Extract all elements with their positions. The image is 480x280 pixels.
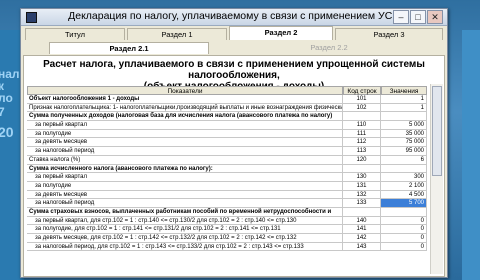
maximize-button[interactable]: □	[410, 10, 426, 24]
row-indicator-cell: Сумма полученных доходов (налоговая база…	[27, 112, 343, 122]
row-indicator-cell: за девять месяцев	[27, 190, 343, 200]
tab-section-2[interactable]: Раздел 2	[229, 26, 333, 40]
table-row[interactable]: Сумма исчисленного налога (авансового пл…	[27, 164, 427, 174]
declaration-window: Декларация по налогу, уплачиваемому в св…	[20, 8, 448, 278]
row-code-cell: 110	[343, 121, 381, 130]
table-row[interactable]: Ставка налога (%) 120 6	[27, 155, 427, 165]
table-row[interactable]: Объект налогообложения 1 - доходы 101 1	[27, 95, 427, 104]
row-indicator-cell: Сумма страховых взносов, выплаченных раб…	[27, 207, 343, 217]
row-code-cell: 140	[343, 216, 381, 226]
row-code-cell: 113	[343, 147, 381, 156]
scrollbar-thumb[interactable]	[432, 86, 442, 176]
table-body: Объект налогообложения 1 - доходы 101 1 При…	[27, 95, 427, 252]
table-row[interactable]: за первый квартал, для стр.102 = 1 : стр…	[27, 216, 427, 226]
row-indicator-cell: за первый квартал	[27, 121, 343, 130]
table-row[interactable]: за девять месяцев 132 4 500	[27, 190, 427, 200]
row-code-cell: 101	[343, 95, 381, 104]
table-row[interactable]: за первый квартал 110 5 000	[27, 121, 427, 130]
table-row[interactable]: за полугодие 111 35 000	[27, 129, 427, 139]
close-button[interactable]: ✕	[427, 10, 443, 24]
row-value-cell[interactable]	[381, 207, 427, 217]
row-code-cell	[343, 164, 381, 174]
row-value-cell[interactable]: 300	[381, 173, 427, 182]
row-value-cell[interactable]: 0	[381, 216, 427, 226]
row-code-cell: 111	[343, 129, 381, 139]
row-value-cell[interactable]: 5 700	[381, 199, 427, 208]
row-indicator-cell: за первый квартал	[27, 173, 343, 182]
row-code-cell: 141	[343, 225, 381, 234]
table-row[interactable]: Признак налогоплательщика: 1- налогоплат…	[27, 103, 427, 113]
table-row[interactable]: за полугодие, для стр.102 = 1 : стр.141 …	[27, 225, 427, 234]
background-glyph: 7	[0, 105, 5, 119]
row-code-cell: 102	[343, 103, 381, 113]
tab-section-2-2[interactable]: Раздел 2.2	[269, 42, 389, 54]
window-title: Декларация по налогу, уплачиваемому в св…	[68, 10, 400, 22]
background-glyph: 20	[0, 124, 14, 140]
background-glyph: ло	[0, 91, 13, 105]
minimize-button[interactable]: ‒	[393, 10, 409, 24]
row-indicator-cell: за девять месяцев, для стр.102 = 1 : стр…	[27, 234, 343, 243]
table-row[interactable]: за девять месяцев, для стр.102 = 1 : стр…	[27, 234, 427, 243]
table-row[interactable]: за первый квартал 130 300	[27, 173, 427, 182]
row-value-cell[interactable]: 5 000	[381, 121, 427, 130]
row-indicator-cell: за налоговый период	[27, 199, 343, 208]
tab-title[interactable]: Титул	[25, 28, 125, 40]
row-value-cell[interactable]	[381, 112, 427, 122]
row-indicator-cell: за полугодие	[27, 129, 343, 139]
row-value-cell[interactable]: 1	[381, 95, 427, 104]
row-value-cell[interactable]: 6	[381, 155, 427, 165]
row-value-cell[interactable]: 35 000	[381, 129, 427, 139]
table-row[interactable]: за налоговый период 113 95 000	[27, 147, 427, 156]
tab-section-3[interactable]: Раздел 3	[335, 28, 443, 40]
row-value-cell[interactable]: 0	[381, 242, 427, 252]
row-value-cell[interactable]: 0	[381, 225, 427, 234]
row-code-cell: 142	[343, 234, 381, 243]
sub-tabs: Раздел 2.1 Раздел 2.2	[29, 42, 429, 54]
table-row[interactable]: Сумма полученных доходов (налоговая база…	[27, 112, 427, 122]
row-value-cell[interactable]: 75 000	[381, 138, 427, 148]
main-tabs: Титул Раздел 1 Раздел 2 Раздел 3	[23, 26, 445, 40]
row-code-cell: 112	[343, 138, 381, 148]
section-2-1-panel: Расчет налога, уплачиваемого в связи с п…	[23, 55, 445, 277]
row-indicator-cell: за полугодие, для стр.102 = 1 : стр.141 …	[27, 225, 343, 234]
vertical-scrollbar[interactable]	[430, 84, 443, 274]
row-code-cell: 143	[343, 242, 381, 252]
row-value-cell[interactable]	[381, 164, 427, 174]
row-indicator-cell: за девять месяцев	[27, 138, 343, 148]
row-value-cell[interactable]: 2 100	[381, 181, 427, 191]
row-code-cell: 132	[343, 190, 381, 200]
table-row[interactable]: за девять месяцев 112 75 000	[27, 138, 427, 148]
row-indicator-cell: за первый квартал, для стр.102 = 1 : стр…	[27, 216, 343, 226]
row-value-cell[interactable]: 4 500	[381, 190, 427, 200]
tab-section-1[interactable]: Раздел 1	[127, 28, 227, 40]
table-row[interactable]: за налоговый период 133 5 700	[27, 199, 427, 208]
heading-line-1: Расчет налога, уплачиваемого в связи с п…	[43, 59, 425, 81]
row-indicator-cell: Объект налогообложения 1 - доходы	[27, 95, 343, 104]
row-indicator-cell: за полугодие	[27, 181, 343, 191]
row-code-cell: 120	[343, 155, 381, 165]
column-header-code[interactable]: Код строк	[343, 86, 381, 95]
column-header-value[interactable]: Значения	[381, 86, 427, 95]
background-app-right	[462, 30, 480, 280]
row-code-cell	[343, 112, 381, 122]
row-value-cell[interactable]: 0	[381, 234, 427, 243]
title-bar[interactable]: Декларация по налогу, уплачиваемому в св…	[21, 9, 447, 26]
row-value-cell[interactable]: 1	[381, 103, 427, 113]
row-code-cell: 131	[343, 181, 381, 191]
table-row[interactable]: за полугодие 131 2 100	[27, 181, 427, 191]
row-value-cell[interactable]: 95 000	[381, 147, 427, 156]
column-header-indicators[interactable]: Показатели	[27, 86, 343, 95]
table-row[interactable]: Сумма страховых взносов, выплаченных раб…	[27, 207, 427, 217]
row-indicator-cell: за налоговый период	[27, 147, 343, 156]
row-code-cell: 130	[343, 173, 381, 182]
row-indicator-cell: Признак налогоплательщика: 1- налогоплат…	[27, 103, 343, 113]
table-row[interactable]: за налоговый период, для стр.102 = 1 : с…	[27, 242, 427, 252]
row-indicator-cell: Сумма исчисленного налога (авансового пл…	[27, 164, 343, 174]
row-indicator-cell: Ставка налога (%)	[27, 155, 343, 165]
row-indicator-cell: за налоговый период, для стр.102 = 1 : с…	[27, 242, 343, 252]
tab-section-2-1[interactable]: Раздел 2.1	[49, 42, 209, 54]
row-code-cell: 133	[343, 199, 381, 208]
row-code-cell	[343, 207, 381, 217]
